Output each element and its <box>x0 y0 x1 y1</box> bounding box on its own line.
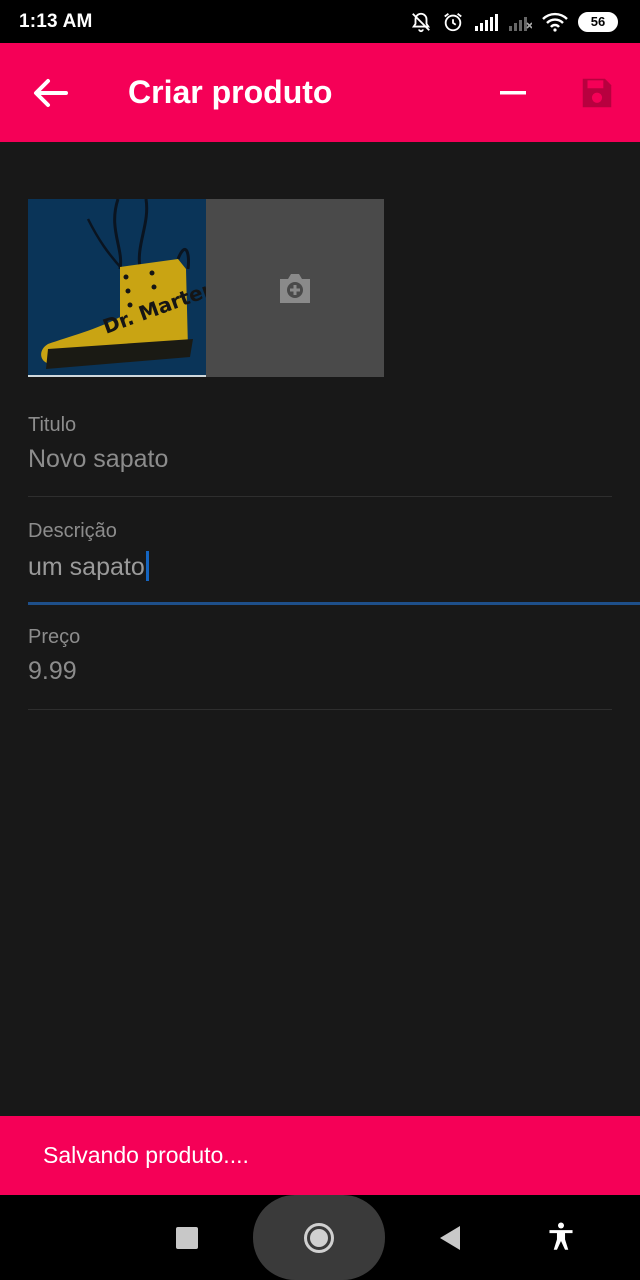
add-image-button[interactable] <box>206 199 384 377</box>
home-icon-dot <box>310 1229 328 1247</box>
title-label: Titulo <box>28 414 77 436</box>
thumbnail-underline <box>28 375 206 377</box>
status-icons: 56 <box>410 11 618 33</box>
title-field[interactable]: Titulo Novo sapato <box>28 414 612 498</box>
title-input[interactable]: Novo sapato <box>28 445 612 474</box>
price-input[interactable]: 9.99 <box>28 657 612 686</box>
save-icon <box>582 78 612 108</box>
price-field[interactable]: Preço 9.99 <box>28 626 612 710</box>
boot-photo: Dr. Martens <box>28 199 206 377</box>
image-row: Dr. Martens <box>28 199 384 377</box>
home-icon[interactable] <box>304 1223 334 1253</box>
navigation-bar <box>0 1195 640 1280</box>
snackbar-message: Salvando produto.... <box>43 1142 249 1168</box>
arrow-back-icon <box>34 79 68 107</box>
recents-icon[interactable] <box>176 1227 198 1249</box>
status-time: 1:13 AM <box>19 10 93 32</box>
wifi-icon <box>542 12 568 32</box>
page-title: Criar produto <box>128 74 333 110</box>
title-divider <box>28 496 612 497</box>
minimize-button[interactable] <box>496 73 530 113</box>
description-input-wrapper[interactable]: um sapato <box>28 551 612 582</box>
description-input[interactable]: um sapato <box>28 553 145 581</box>
app-bar: Criar produto <box>0 43 640 142</box>
minus-icon <box>500 91 526 95</box>
description-label: Descrição <box>28 520 117 542</box>
alarm-icon <box>444 12 462 31</box>
back-button[interactable] <box>30 75 70 111</box>
back-icon[interactable] <box>438 1225 462 1251</box>
description-field[interactable]: Descrição um sapato <box>28 520 640 606</box>
price-divider <box>28 709 612 710</box>
mute-bell-icon <box>411 12 431 32</box>
product-image-thumbnail[interactable]: Dr. Martens <box>28 199 206 377</box>
accessibility-icon[interactable] <box>547 1222 575 1252</box>
add-photo-icon <box>280 274 310 303</box>
battery-level: 56 <box>590 14 606 29</box>
signal-icon <box>475 13 498 31</box>
signal-off-icon <box>509 16 532 31</box>
price-label: Preço <box>28 626 81 648</box>
save-button[interactable] <box>578 73 616 113</box>
snackbar: Salvando produto.... <box>0 1116 640 1195</box>
description-focus-line <box>28 602 640 605</box>
status-bar: 1:13 AM 56 <box>0 0 640 43</box>
screen: 1:13 AM 56 Criar produto Dr. Martens Tit… <box>0 0 640 1280</box>
battery-icon: 56 <box>578 11 618 32</box>
text-cursor <box>145 551 149 581</box>
